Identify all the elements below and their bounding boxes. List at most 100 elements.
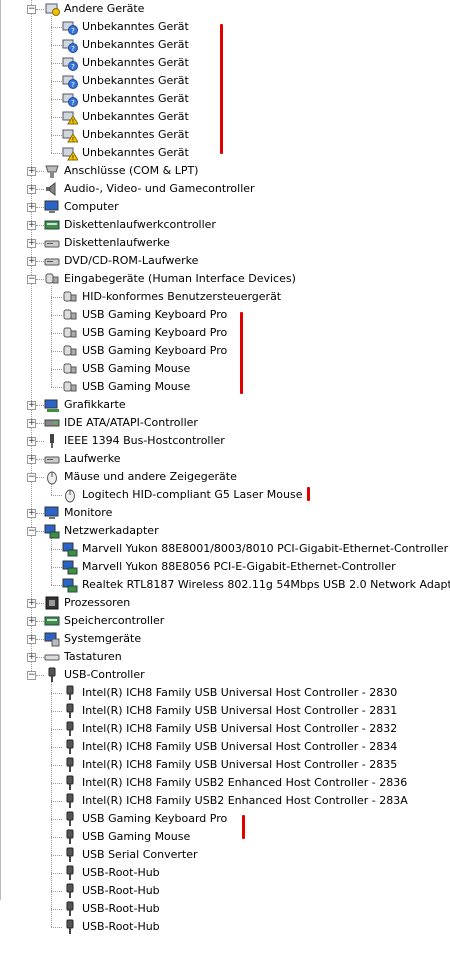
tree-device-row[interactable]: USB-Root-Hub [62, 882, 160, 900]
tree-device-row[interactable]: USB Gaming Mouse [62, 360, 190, 378]
tree-item-label: IDE ATA/ATAPI-Controller [64, 416, 198, 429]
expand-toggle-icon[interactable]: + [27, 257, 36, 266]
expand-toggle-icon[interactable]: + [27, 239, 36, 248]
unknown-device-warning-icon: ! [62, 109, 79, 126]
tree-device-row[interactable]: ! Unbekanntes Gerät [62, 144, 189, 162]
collapse-toggle-icon[interactable]: − [27, 671, 36, 680]
tree-device-row[interactable]: USB Gaming Mouse [62, 828, 190, 846]
hid-device-icon [62, 361, 78, 377]
tree-item-label: USB Gaming Keyboard Pro [82, 308, 228, 321]
tree-category-row[interactable]: Prozessoren [44, 594, 130, 612]
tree-category-row[interactable]: Andere Geräte [44, 0, 144, 18]
tree-device-row[interactable]: USB Gaming Keyboard Pro [62, 324, 227, 342]
expand-toggle-icon[interactable]: + [27, 221, 36, 230]
tree-category-row[interactable]: Anschlüsse (COM & LPT) [44, 162, 198, 180]
tree-category-row[interactable]: Eingabegeräte (Human Interface Devices) [44, 270, 296, 288]
tree-branch-connector [51, 783, 62, 784]
tree-category-row[interactable]: Laufwerke [44, 450, 121, 468]
tree-item-label: USB Gaming Mouse [82, 380, 191, 393]
tree-child-connector [51, 286, 52, 387]
tree-item-label: USB-Root-Hub [82, 920, 160, 933]
tree-device-row[interactable]: Intel(R) ICH8 Family USB Universal Host … [62, 738, 397, 756]
tree-category-row[interactable]: IEEE 1394 Bus-Hostcontroller [44, 432, 225, 450]
svg-text:?: ? [71, 81, 75, 89]
ide-controller-icon [44, 415, 60, 431]
tree-category-row[interactable]: Speichercontroller [44, 612, 164, 630]
expand-toggle-icon[interactable]: + [27, 509, 36, 518]
tree-category-row[interactable]: Audio-, Video- und Gamecontroller [44, 180, 255, 198]
expand-toggle-icon[interactable]: + [27, 455, 36, 464]
tree-category-row[interactable]: Netzwerkadapter [44, 522, 159, 540]
expand-toggle-icon[interactable]: + [27, 653, 36, 662]
tree-item-label: Speichercontroller [64, 614, 165, 627]
hid-device-icon [62, 307, 78, 323]
tree-category-row[interactable]: USB-Controller [44, 666, 145, 684]
tree-category-row[interactable]: IDE ATA/ATAPI-Controller [44, 414, 198, 432]
tree-device-row[interactable]: USB Gaming Keyboard Pro [62, 810, 227, 828]
unknown-device-question-icon: ? [62, 91, 78, 107]
tree-device-row[interactable]: Intel(R) ICH8 Family USB2 Enhanced Host … [62, 792, 408, 810]
tree-device-row[interactable]: ? Unbekanntes Gerät [62, 54, 189, 72]
tree-device-row[interactable]: ? Unbekanntes Gerät [62, 18, 189, 36]
tree-item-label: IEEE 1394 Bus-Hostcontroller [64, 434, 225, 447]
tree-category-row[interactable]: Monitore [44, 504, 112, 522]
tree-item-label: Unbekanntes Gerät [82, 74, 189, 87]
tree-item-label: Andere Geräte [64, 2, 145, 15]
tree-device-row[interactable]: ? Unbekanntes Gerät [62, 90, 189, 108]
tree-device-row[interactable]: Logitech HID-compliant G5 Laser Mouse [62, 486, 302, 504]
tree-device-row[interactable]: Intel(R) ICH8 Family USB Universal Host … [62, 684, 397, 702]
collapse-toggle-icon[interactable]: − [27, 5, 36, 14]
tree-device-row[interactable]: ? Unbekanntes Gerät [62, 36, 189, 54]
collapse-toggle-icon[interactable]: − [27, 473, 36, 482]
tree-category-row[interactable]: DVD/CD-ROM-Laufwerke [44, 252, 198, 270]
tree-category-row[interactable]: Tastaturen [44, 648, 122, 666]
usb-plug-icon [62, 721, 78, 737]
tree-device-row[interactable]: USB Gaming Mouse [62, 378, 190, 396]
tree-device-row[interactable]: Intel(R) ICH8 Family USB Universal Host … [62, 720, 397, 738]
device-manager-tree: − Andere Geräte? Unbekanntes Gerät? Unbekan… [0, 0, 450, 957]
mouse-icon [62, 487, 78, 503]
mouse-icon [44, 469, 60, 485]
tree-device-row[interactable]: ? Unbekanntes Gerät [62, 72, 189, 90]
red-highlight-mark [242, 815, 245, 839]
expand-toggle-icon[interactable]: + [27, 437, 36, 446]
tree-device-row[interactable]: Intel(R) ICH8 Family USB Universal Host … [62, 702, 397, 720]
tree-device-row[interactable]: ! Unbekanntes Gerät [62, 126, 189, 144]
expand-toggle-icon[interactable]: + [27, 617, 36, 626]
expand-toggle-icon[interactable]: + [27, 401, 36, 410]
usb-icon [44, 667, 60, 683]
tree-category-row[interactable]: Mäuse und andere Zeigegeräte [44, 468, 237, 486]
tree-device-row[interactable]: ! Unbekanntes Gerät [62, 108, 189, 126]
tree-device-row[interactable]: USB Serial Converter [62, 846, 197, 864]
expand-toggle-icon[interactable]: + [27, 167, 36, 176]
collapse-toggle-icon[interactable]: − [27, 275, 36, 284]
expand-toggle-icon[interactable]: + [27, 185, 36, 194]
tree-category-row[interactable]: Diskettenlaufwerkcontroller [44, 216, 216, 234]
tree-category-row[interactable]: Computer [44, 198, 119, 216]
tree-category-row[interactable]: Systemgeräte [44, 630, 141, 648]
window-left-border [0, 0, 1, 900]
expand-toggle-icon[interactable]: + [27, 203, 36, 212]
tree-category-row[interactable]: Diskettenlaufwerke [44, 234, 170, 252]
tree-device-row[interactable]: Realtek RTL8187 Wireless 802.11g 54Mbps … [62, 576, 450, 594]
tree-category-row[interactable]: Grafikkarte [44, 396, 126, 414]
tree-branch-connector [36, 621, 44, 622]
tree-device-row[interactable]: USB-Root-Hub [62, 900, 160, 918]
tree-device-row[interactable]: Intel(R) ICH8 Family USB2 Enhanced Host … [62, 774, 407, 792]
tree-device-row[interactable]: HID-konformes Benutzersteuergerät [62, 288, 281, 306]
tree-device-row[interactable]: Intel(R) ICH8 Family USB Universal Host … [62, 756, 397, 774]
tree-branch-connector [36, 441, 44, 442]
usb-plug-icon [62, 793, 78, 809]
tree-branch-connector [51, 117, 62, 118]
tree-device-row[interactable]: Marvell Yukon 88E8001/8003/8010 PCI-Giga… [62, 540, 448, 558]
expand-toggle-icon[interactable]: + [27, 599, 36, 608]
expand-toggle-icon[interactable]: + [27, 635, 36, 644]
expand-toggle-icon[interactable]: + [27, 419, 36, 428]
unknown-device-question-icon: ? [62, 73, 78, 89]
collapse-toggle-icon[interactable]: − [27, 527, 36, 536]
tree-device-row[interactable]: USB-Root-Hub [62, 918, 160, 936]
tree-device-row[interactable]: USB Gaming Keyboard Pro [62, 306, 227, 324]
tree-device-row[interactable]: USB-Root-Hub [62, 864, 160, 882]
tree-device-row[interactable]: USB Gaming Keyboard Pro [62, 342, 227, 360]
tree-device-row[interactable]: Marvell Yukon 88E8056 PCI-E-Gigabit-Ethe… [62, 558, 396, 576]
